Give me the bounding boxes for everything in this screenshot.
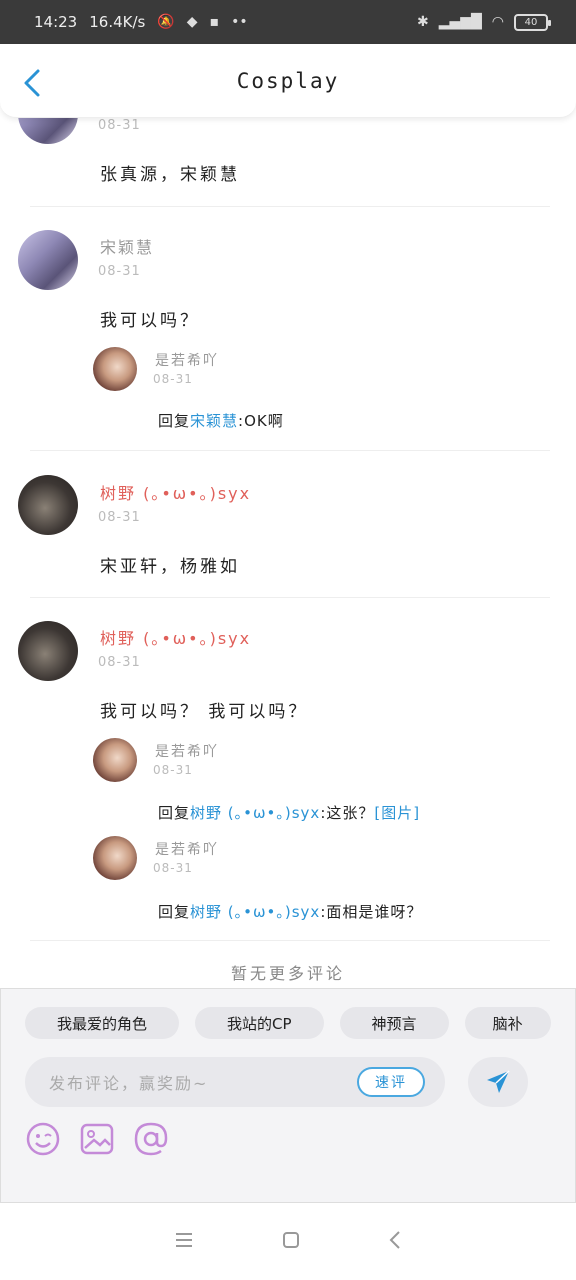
image-icon[interactable]	[79, 1121, 115, 1157]
battery-level: 40	[524, 16, 538, 28]
reply-date: 08-31	[153, 861, 193, 875]
home-icon[interactable]	[281, 1230, 301, 1254]
mute-bell-icon: 🔕	[157, 14, 175, 30]
app-notification-icon: ◆	[186, 14, 198, 30]
reply-date: 08-31	[153, 372, 193, 386]
commenter-name[interactable]: 宋颖慧	[100, 234, 154, 258]
reply-author-name[interactable]: 是若希吖	[155, 839, 219, 859]
reply-target-link[interactable]: 树野 (｡•ω•｡)syx	[190, 804, 320, 822]
avatar[interactable]	[93, 836, 137, 880]
avatar[interactable]	[93, 347, 137, 391]
comment-date: 08-31	[98, 655, 141, 670]
commenter-name[interactable]: 树野 (｡•ω•｡)syx	[100, 480, 251, 504]
status-time: 14:23	[34, 13, 78, 31]
comment-input-placeholder: 发布评论，赢奖励~	[49, 1074, 209, 1093]
avatar[interactable]	[18, 475, 78, 535]
comment-composer-panel: 我最爱的角色 我站的CP 神预言 脑补 发布评论，赢奖励~ 速评	[0, 988, 576, 1203]
topic-tag[interactable]: 我最爱的角色	[25, 1007, 180, 1039]
top-header: Cosplay	[0, 44, 576, 118]
reply-author-name[interactable]: 是若希吖	[155, 741, 219, 761]
page-title: Cosplay	[236, 68, 340, 93]
bluetooth-icon: ✱	[416, 14, 429, 30]
composer-tools	[25, 1121, 169, 1157]
comment-feed[interactable]: 08-31 张真源，宋颖慧 宋颖慧 08-31 我可以吗？ 是若希吖 08-31…	[0, 118, 576, 988]
emoji-icon[interactable]	[25, 1121, 61, 1157]
send-paper-plane-icon	[487, 1070, 510, 1093]
back-icon[interactable]	[388, 1230, 402, 1254]
reply-prefix: 回复	[158, 412, 191, 430]
reply-text: 回复宋颖慧:OK啊	[158, 410, 284, 431]
avatar[interactable]	[93, 738, 137, 782]
reply-prefix: 回复	[158, 903, 191, 921]
reply-author-name[interactable]: 是若希吖	[155, 350, 219, 370]
topic-tag[interactable]: 脑补	[464, 1007, 551, 1039]
comment-text: 宋亚轩，杨雅如	[100, 557, 240, 577]
reply-text: 回复树野 (｡•ω•｡)syx:面相是谁呀？	[158, 901, 422, 922]
reply-target-link[interactable]: 树野 (｡•ω•｡)syx	[190, 903, 320, 921]
comment-date: 08-31	[98, 510, 141, 525]
send-button[interactable]	[468, 1057, 528, 1107]
system-nav-bar	[0, 1203, 576, 1280]
status-network-speed: 16.4K/s	[89, 13, 146, 31]
divider	[30, 450, 550, 451]
comment-input[interactable]: 发布评论，赢奖励~ 速评	[25, 1057, 445, 1107]
commenter-name[interactable]: 树野 (｡•ω•｡)syx	[100, 625, 251, 649]
menu-icon[interactable]	[174, 1232, 194, 1252]
wifi-icon: ◠	[491, 14, 504, 30]
topic-tags: 我最爱的角色 我站的CP 神预言 脑补	[25, 1007, 551, 1039]
battery-icon: 40	[514, 13, 551, 31]
comment-text: 张真源，宋颖慧	[100, 165, 240, 185]
signal-icon: ▂▄▆█	[438, 14, 482, 30]
reply-date: 08-31	[153, 763, 193, 777]
divider	[30, 597, 550, 598]
back-arrow-icon[interactable]	[20, 68, 44, 98]
reply-prefix: 回复	[158, 804, 191, 822]
reply-content: :OK啊	[238, 412, 284, 430]
mention-icon[interactable]	[133, 1121, 169, 1157]
comment-text: 我可以吗？ 我可以吗？	[100, 702, 309, 722]
avatar[interactable]	[18, 621, 78, 681]
reply-text: 回复树野 (｡•ω•｡)syx:这张？[图片]	[158, 802, 420, 823]
avatar[interactable]	[18, 118, 78, 144]
divider	[30, 940, 550, 941]
more-notifications-icon: ••	[231, 14, 248, 30]
topic-tag[interactable]: 我站的CP	[195, 1007, 324, 1039]
reply-content: :这张？	[320, 804, 375, 822]
avatar[interactable]	[18, 230, 78, 290]
reply-content: :面相是谁呀？	[320, 903, 423, 921]
topic-tag[interactable]: 神预言	[339, 1007, 449, 1039]
quick-comment-button[interactable]: 速评	[357, 1067, 425, 1097]
comment-text: 我可以吗？	[100, 311, 200, 331]
app-notification-icon: ▪	[209, 14, 220, 30]
comment-date: 08-31	[98, 264, 141, 279]
reply-target-link[interactable]: 宋颖慧	[190, 412, 238, 430]
comment-date: 08-31	[98, 118, 141, 133]
divider	[30, 206, 550, 207]
image-link[interactable]: [图片]	[374, 804, 420, 822]
status-bar: 14:23 16.4K/s 🔕 ◆ ▪ •• ✱ ▂▄▆█ ◠ 40	[0, 0, 576, 44]
no-more-comments: 暂无更多评论	[230, 964, 345, 983]
